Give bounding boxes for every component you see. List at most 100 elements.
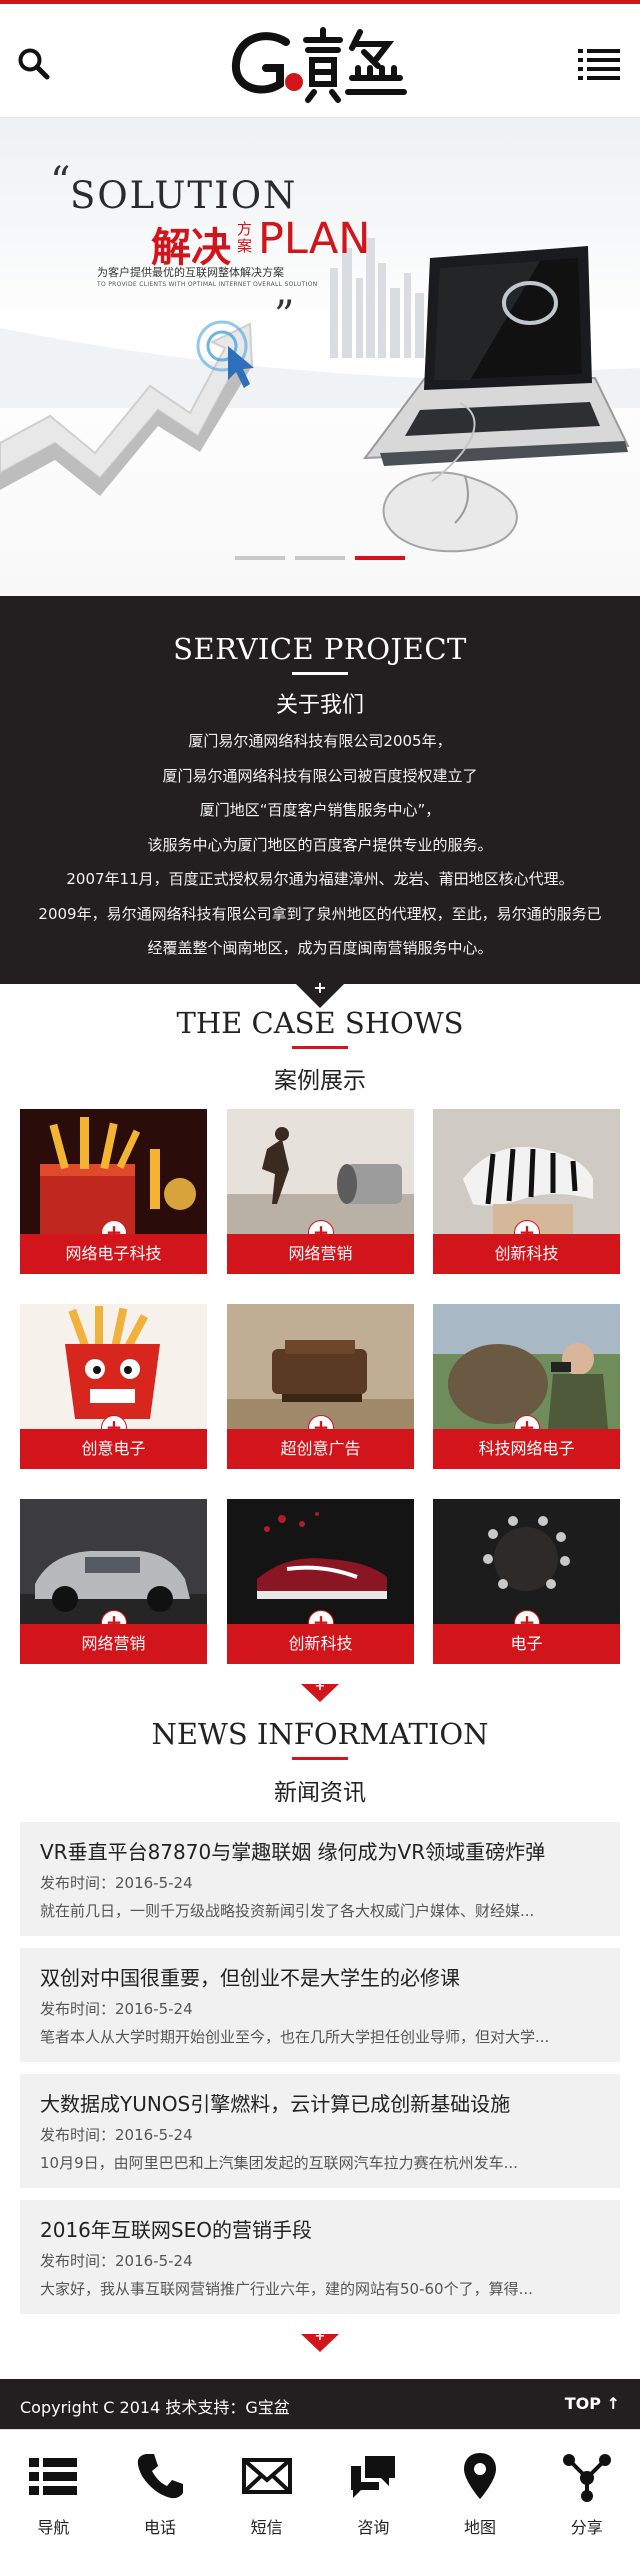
nav-item-phone[interactable]: 电话 — [107, 2430, 214, 2549]
bottom-nav: 导航 电话 短信 咨询 地图 分享 — [0, 2429, 640, 2549]
nav-item-chat[interactable]: 咨询 — [320, 2430, 427, 2549]
arrow-up-icon: ↑ — [606, 2394, 620, 2413]
case-label[interactable]: 超创意广告 — [227, 1429, 414, 1469]
plus-icon: + — [313, 978, 327, 997]
case-image[interactable] — [433, 1499, 620, 1624]
service-line: 经覆盖整个闽南地区，成为百度闽南营销服务中心。 — [147, 939, 493, 957]
case-label[interactable]: 网络营销 — [20, 1624, 207, 1664]
nav-item-menu[interactable]: 导航 — [0, 2430, 107, 2549]
news-item-date: 发布时间：2016-5-24 — [40, 2126, 193, 2144]
news-item-summary: 大家好，我从事互联网营销推广行业六年，建的网站有50-60个了，算得... — [40, 2280, 533, 2298]
service-paragraph: 厦门易尔通网络科技有限公司2005年， 厦门易尔通网络科技有限公司被百度授权建立… — [14, 724, 626, 966]
banner-solution-text: SOLUTION — [70, 174, 298, 217]
case-card[interactable]: + 网络电子科技 — [20, 1109, 207, 1276]
map-pin-icon — [464, 2453, 497, 2499]
case-card[interactable]: + 超创意广告 — [227, 1304, 414, 1471]
case-label[interactable]: 创意电子 — [20, 1429, 207, 1469]
nav-label: 分享 — [570, 2518, 603, 2537]
case-label[interactable]: 电子 — [433, 1624, 620, 1664]
close-quote-icon: ” — [274, 293, 295, 339]
case-image[interactable] — [227, 1304, 414, 1429]
service-line: 2007年11月，百度正式授权易尔通为福建漳州、龙岩、莆田地区核心代理。 — [66, 870, 574, 888]
share-icon — [562, 2454, 611, 2502]
news-subtitle: 新闻资讯 — [274, 1780, 366, 1806]
site-logo[interactable] — [228, 22, 412, 104]
case-card[interactable]: + 创意电子 — [20, 1304, 207, 1471]
service-line: 厦门易尔通网络科技有限公司2005年， — [188, 732, 452, 750]
nav-label: 地图 — [464, 2518, 497, 2537]
news-item[interactable]: VR垂直平台87870与掌趣联姻 缘何成为VR领域重磅炸弹 发布时间：2016-… — [20, 1822, 620, 1936]
cases-subtitle: 案例展示 — [274, 1068, 366, 1094]
menu-icon[interactable] — [578, 48, 620, 80]
case-card[interactable]: + 科技网络电子 — [433, 1304, 620, 1471]
nav-label: 电话 — [144, 2518, 177, 2537]
nav-item-sms[interactable]: 短信 — [213, 2430, 320, 2549]
cases-divider — [292, 1046, 348, 1049]
case-label[interactable]: 网络营销 — [227, 1234, 414, 1274]
top-label: TOP — [564, 2394, 602, 2413]
news-item[interactable]: 2016年互联网SEO的营销手段 发布时间：2016-5-24 大家好，我从事互… — [20, 2200, 620, 2314]
news-item-date: 发布时间：2016-5-24 — [40, 2252, 193, 2270]
case-label[interactable]: 科技网络电子 — [433, 1429, 620, 1469]
back-to-top-button[interactable]: TOP ↑ — [565, 2394, 620, 2413]
copyright-bar: Copyright C 2014 技术支持：G宝盆 TOP ↑ — [0, 2379, 640, 2429]
news-item-title[interactable]: 大数据成YUNOS引擎燃料，云计算已成创新基础设施 — [40, 2088, 610, 2117]
news-item-title[interactable]: VR垂直平台87870与掌趣联姻 缘何成为VR领域重磅炸弹 — [40, 1836, 610, 1865]
list-icon — [29, 2458, 78, 2495]
case-image[interactable] — [20, 1304, 207, 1429]
case-image[interactable] — [433, 1109, 620, 1234]
news-item[interactable]: 双创对中国很重要，但创业不是大学生的必修课 发布时间：2016-5-24 笔者本… — [20, 1948, 620, 2062]
slide-dot-3[interactable] — [355, 556, 405, 560]
case-card[interactable]: + 创新科技 — [433, 1109, 620, 1276]
case-card[interactable]: + 电子 — [433, 1499, 620, 1666]
case-card[interactable]: + 网络营销 — [20, 1499, 207, 1666]
news-item-date: 发布时间：2016-5-24 — [40, 1874, 193, 1892]
case-image[interactable] — [227, 1109, 414, 1234]
news-item-summary: 10月9日，由阿里巴巴和上汽集团发起的互联网汽车拉力赛在杭州发车... — [40, 2154, 518, 2172]
case-label[interactable]: 网络电子科技 — [20, 1234, 207, 1274]
news-item-date: 发布时间：2016-5-24 — [40, 2000, 193, 2018]
banner-plan-text: PLAN — [258, 214, 371, 264]
news-item-summary: 就在前几日，一则千万级战略投资新闻引发了各大权威门户媒体、财经媒... — [40, 1902, 535, 1920]
case-card[interactable]: + 网络营销 — [227, 1109, 414, 1276]
slide-dot-2[interactable] — [295, 556, 345, 560]
banner-fangan-text: 方案 — [237, 220, 253, 255]
case-image[interactable] — [20, 1109, 207, 1234]
news-item-title[interactable]: 双创对中国很重要，但创业不是大学生的必修课 — [40, 1962, 610, 1991]
news-divider — [292, 1757, 348, 1760]
case-label[interactable]: 创新科技 — [433, 1234, 620, 1274]
cases-title: THE CASE SHOWS — [176, 1006, 464, 1040]
case-image[interactable] — [20, 1499, 207, 1624]
case-card[interactable]: + 创新科技 — [227, 1499, 414, 1666]
banner-subtitle-en: TO PROVIDE CLIENTS WITH OPTIMAL INTERNET… — [97, 281, 318, 288]
slide-indicators — [0, 556, 640, 560]
copyright-text: Copyright C 2014 技术支持：G宝盆 — [20, 2398, 290, 2417]
nav-label: 咨询 — [357, 2518, 390, 2537]
case-image[interactable] — [433, 1304, 620, 1429]
service-title: SERVICE PROJECT — [173, 632, 467, 666]
nav-label: 短信 — [250, 2518, 283, 2537]
news-item-summary: 笔者本人从大学时期开始创业至今，也在几所大学担任创业导师，但对大学... — [40, 2028, 550, 2046]
service-line: 厦门地区“百度客户销售服务中心”， — [199, 801, 441, 819]
envelope-icon — [241, 2458, 292, 2494]
site-header — [0, 0, 640, 118]
service-line: 2009年，易尔通网络科技有限公司拿到了泉州地区的代理权，至此，易尔通的服务已 — [38, 904, 602, 923]
chat-icon — [351, 2456, 396, 2498]
case-image[interactable] — [227, 1499, 414, 1624]
case-label[interactable]: 创新科技 — [227, 1624, 414, 1664]
service-line: 厦门易尔通网络科技有限公司被百度授权建立了 — [162, 766, 478, 785]
search-icon[interactable] — [16, 46, 52, 82]
service-line: 该服务中心为厦门地区的百度客户提供专业的服务。 — [147, 835, 493, 854]
open-quote-icon: “ — [50, 159, 71, 205]
news-item[interactable]: 大数据成YUNOS引擎燃料，云计算已成创新基础设施 发布时间：2016-5-24… — [20, 2074, 620, 2188]
plus-icon: + — [314, 1679, 326, 1694]
hero-banner[interactable]: “ SOLUTION 解决 方案 PLAN 为客户提供最优的互联网整体解决方案 … — [0, 118, 640, 596]
nav-item-share[interactable]: 分享 — [533, 2430, 640, 2549]
service-divider — [292, 672, 348, 675]
plus-icon: + — [314, 2329, 326, 2344]
service-subtitle: 关于我们 — [275, 693, 364, 718]
service-section: SERVICE PROJECT 关于我们 厦门易尔通网络科技有限公司2005年，… — [0, 596, 640, 984]
nav-item-map[interactable]: 地图 — [427, 2430, 534, 2549]
slide-dot-1[interactable] — [235, 556, 285, 560]
news-item-title[interactable]: 2016年互联网SEO的营销手段 — [40, 2214, 610, 2243]
